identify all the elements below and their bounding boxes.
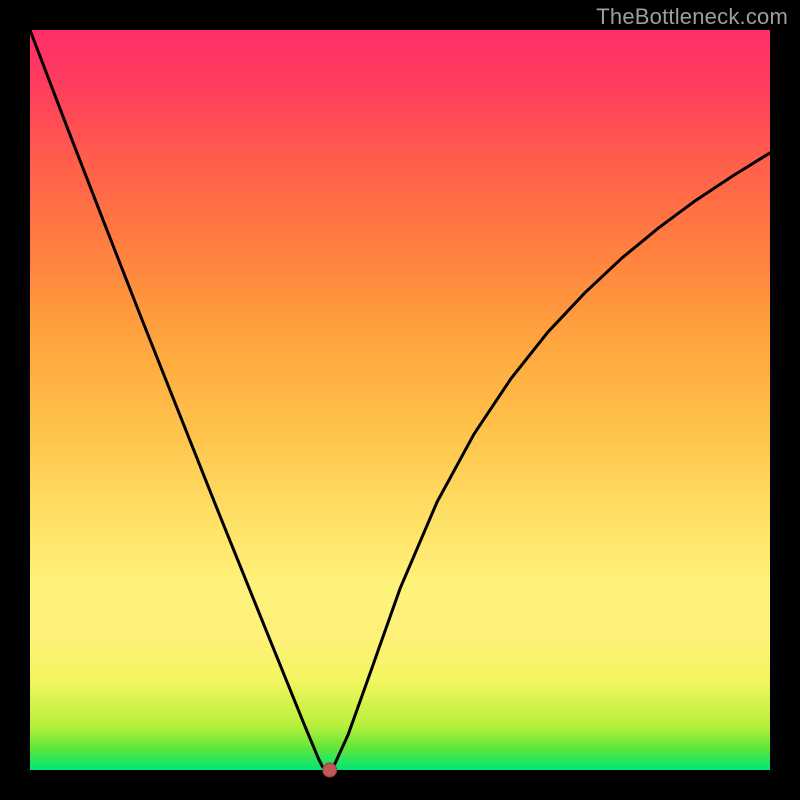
chart-frame: TheBottleneck.com	[0, 0, 800, 800]
bottleneck-curve	[30, 30, 770, 770]
minimum-marker	[323, 763, 337, 777]
watermark-text: TheBottleneck.com	[596, 4, 788, 30]
plot-area	[30, 30, 770, 770]
curve-path	[30, 30, 770, 770]
